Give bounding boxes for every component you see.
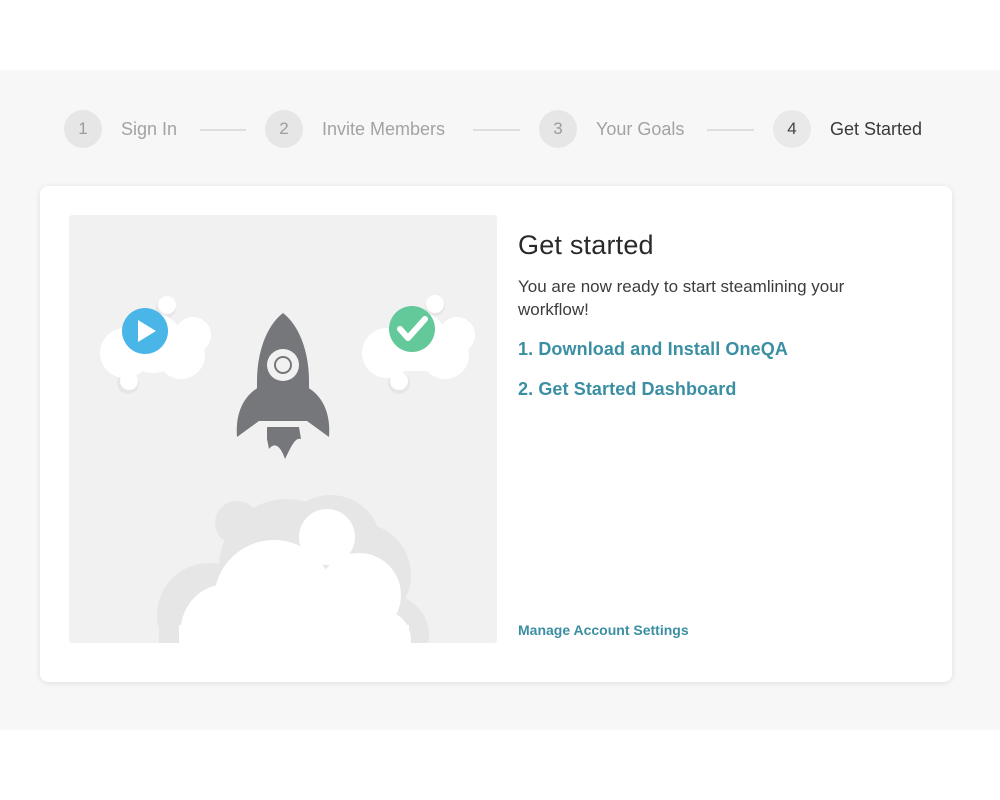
page-title: Get started	[518, 230, 654, 260]
step-label: Get Started	[830, 118, 923, 139]
manage-account-settings-link[interactable]: Manage Account Settings	[518, 622, 689, 638]
play-icon	[122, 308, 168, 354]
step-your-goals[interactable]: 3 Your Goals	[539, 109, 684, 149]
check-cloud	[362, 295, 475, 394]
step-label: Invite Members	[322, 118, 446, 139]
step-label: Sign In	[121, 118, 178, 139]
rocket-illustration	[69, 215, 497, 643]
play-cloud	[100, 296, 211, 394]
step-label: Your Goals	[596, 118, 685, 139]
step-connector	[473, 129, 520, 131]
step-number: 3	[539, 110, 577, 148]
get-started-dashboard-link[interactable]: 2. Get Started Dashboard	[518, 379, 918, 400]
step-get-started[interactable]: 4 Get Started	[773, 109, 922, 149]
rocket-icon	[236, 313, 330, 459]
onboarding-stepper: 1 Sign In 2 Invite Members 3 Your Goals …	[64, 109, 944, 149]
download-install-link[interactable]: 1. Download and Install OneQA	[518, 339, 918, 360]
checkmark-icon	[389, 306, 435, 352]
step-number: 1	[64, 110, 102, 148]
step-connector	[200, 129, 246, 131]
step-number: 4	[773, 110, 811, 148]
step-number: 2	[265, 110, 303, 148]
cloud-icon	[157, 495, 429, 643]
step-sign-in[interactable]: 1 Sign In	[64, 109, 177, 149]
get-started-card: Get started You are now ready to start s…	[40, 186, 952, 682]
card-content: Get started You are now ready to start s…	[518, 230, 918, 419]
step-invite-members[interactable]: 2 Invite Members	[265, 109, 445, 149]
step-connector	[707, 129, 754, 131]
card-subtitle: You are now ready to start steamlining y…	[518, 277, 845, 319]
action-links: 1. Download and Install OneQA 2. Get Sta…	[518, 339, 918, 400]
